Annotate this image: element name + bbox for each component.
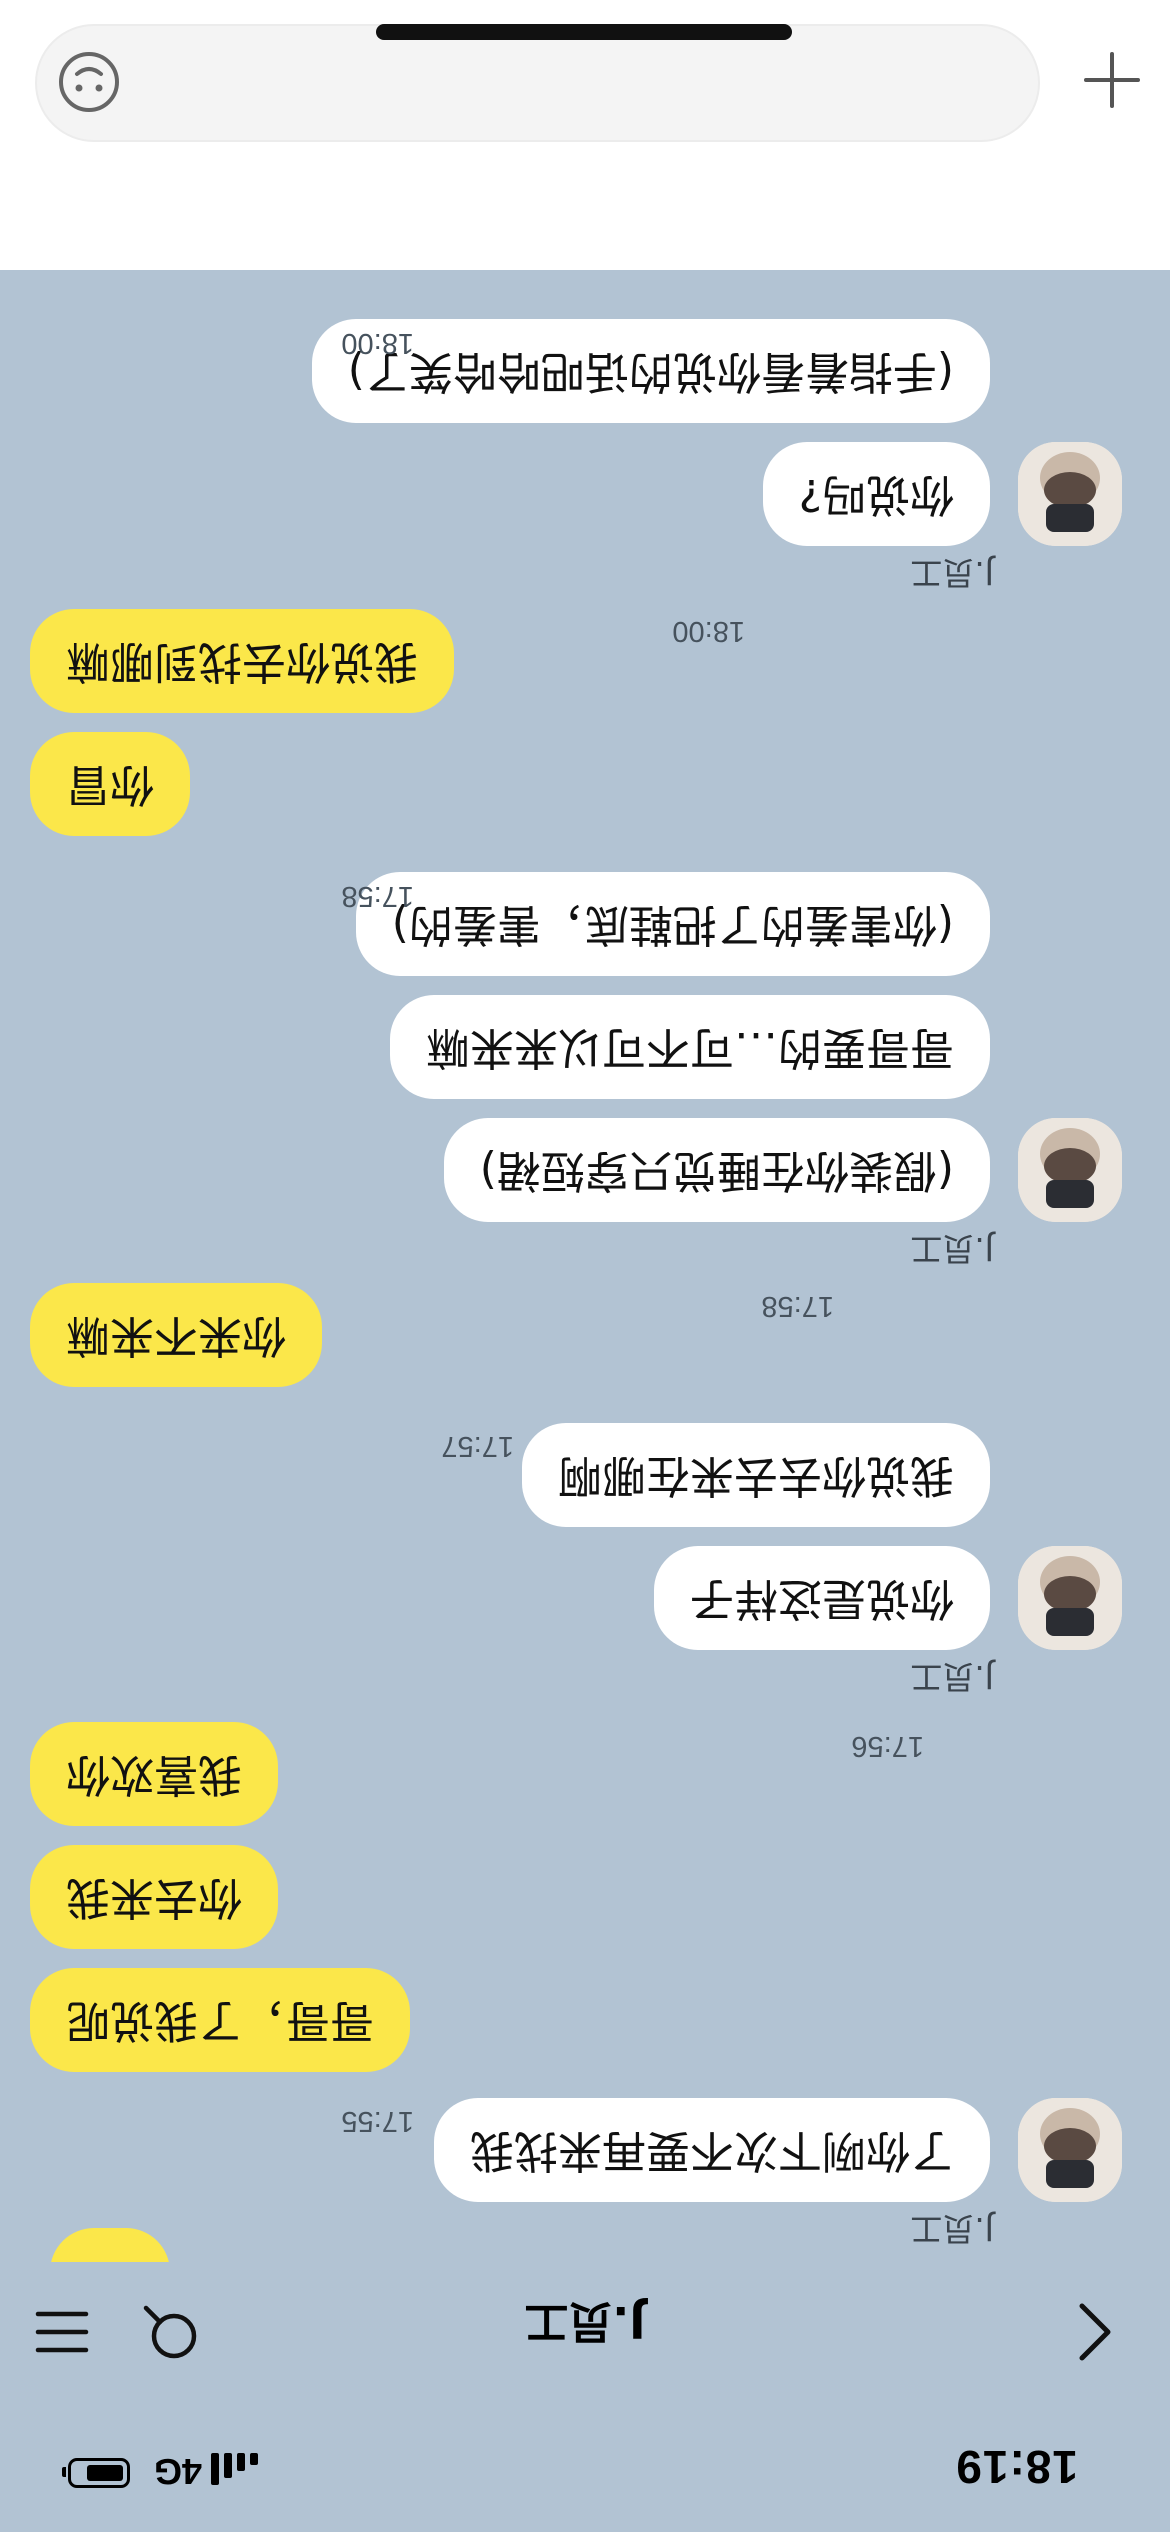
search-icon[interactable] [130, 2292, 210, 2372]
message-bubble[interactable]: 你说吗? [762, 442, 990, 546]
avatar-image-icon [1018, 442, 1122, 546]
message-bubble[interactable]: 我说你去找到哪嘛 [30, 609, 454, 713]
chat-header: J.员工 [0, 2262, 1170, 2402]
message-bubble[interactable]: (你害羞的了把鞋底，害羞的) [355, 872, 990, 976]
avatar[interactable] [1018, 442, 1122, 546]
message-time: 17:58 [761, 1290, 834, 1322]
message-time: 17:57 [441, 1430, 514, 1462]
message-bubble[interactable]: 了你咧下次不要再来找我 [434, 2098, 990, 2202]
message-time: 18:00 [672, 615, 745, 647]
message-bubble[interactable]: 你冒 [30, 732, 190, 836]
message-time: 18:00 [341, 327, 414, 359]
signal-icon [211, 2453, 258, 2487]
message-input[interactable] [35, 24, 1040, 142]
message-bubble-partial [50, 2228, 170, 2262]
message-composer [0, 0, 1170, 270]
emoji-icon[interactable] [53, 46, 125, 118]
message-bubble[interactable]: 哥哥，了我说呢 [30, 1968, 410, 2072]
home-indicator [376, 24, 792, 40]
message-time: 17:58 [341, 880, 414, 912]
status-bar: 18:19 4G [0, 2402, 1170, 2532]
message-bubble[interactable]: 我说你去去来在哪啊 [522, 1423, 990, 1527]
avatar-image-icon [1018, 1118, 1122, 1222]
plus-icon[interactable] [1072, 40, 1152, 120]
message-bubble[interactable]: 你去来我 [30, 1845, 278, 1949]
network-type: 4G [153, 2451, 202, 2492]
message-bubble[interactable]: 哥哥要的…可不可以来来嘛 [390, 995, 990, 1099]
message-list[interactable]: J.员工 了你咧下次不要再来找我 17:55 哥哥，了我说呢 你去来我 我喜欢你… [0, 262, 1170, 2262]
sender-name: J.员工 [910, 1230, 994, 1268]
message-bubble[interactable]: 你来不来嘛 [30, 1283, 322, 1387]
chat-screen: 18:19 4G J.员工 J.员工 了你咧下次不要再来找我 17:55 哥哥，… [0, 0, 1170, 2532]
message-bubble[interactable]: (假装你在睡觉只穿短裙) [443, 1118, 990, 1222]
sender-name: J.员工 [910, 1658, 994, 1696]
avatar-image-icon [1018, 2098, 1122, 2202]
message-bubble[interactable]: 你说是这样子 [654, 1546, 990, 1650]
avatar[interactable] [1018, 1546, 1122, 1650]
sender-name: J.员工 [910, 554, 994, 592]
avatar[interactable] [1018, 2098, 1122, 2202]
message-time: 17:55 [341, 2105, 414, 2137]
message-time: 17:56 [851, 1730, 924, 1762]
status-time: 18:19 [955, 2441, 1078, 2493]
avatar-image-icon [1018, 1546, 1122, 1650]
menu-icon[interactable] [20, 2292, 100, 2372]
message-bubble[interactable]: 我喜欢你 [30, 1722, 278, 1826]
sender-name: J.员工 [910, 2210, 994, 2248]
avatar[interactable] [1018, 1118, 1122, 1222]
battery-icon [62, 2458, 130, 2488]
